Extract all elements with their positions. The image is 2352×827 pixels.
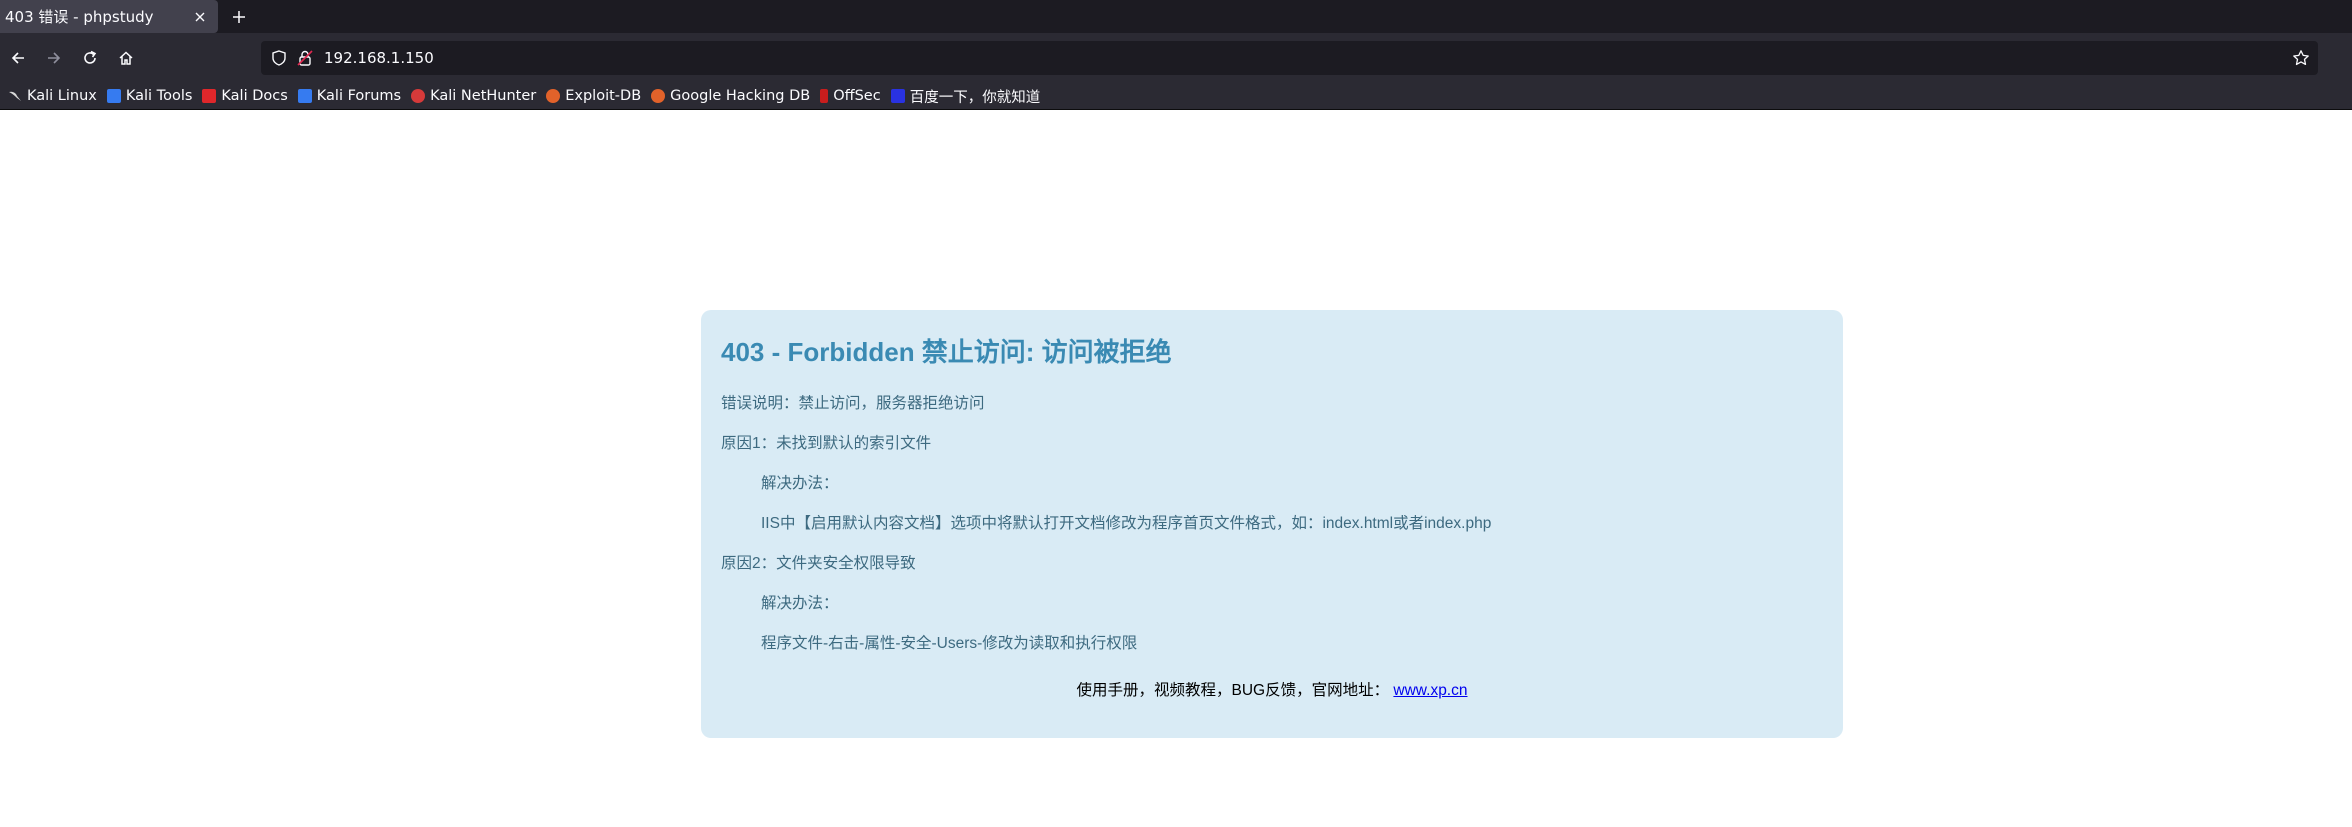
arrow-left-icon[interactable]: [2, 42, 34, 74]
plus-icon[interactable]: [226, 4, 252, 30]
bookmark-kali-forums[interactable]: Kali Forums: [295, 85, 408, 108]
bookmark-label: OffSec: [833, 88, 881, 104]
tab-title: 403 错误 - phpstudy: [5, 8, 154, 26]
bookmark-label: 百度一下，你就知道: [909, 89, 1041, 106]
bookmark-exploit-db[interactable]: Exploit-DB: [543, 85, 648, 108]
url-bar[interactable]: 192.168.1.150: [261, 41, 2318, 75]
error-description: 错误说明：禁止访问，服务器拒绝访问: [721, 395, 985, 412]
tab-strip: 403 错误 - phpstudy: [0, 0, 2352, 33]
bookmark-label: Kali Tools: [125, 88, 193, 104]
baidu-icon: [890, 89, 905, 103]
bookmark-google-hacking-db[interactable]: Google Hacking DB: [648, 85, 817, 108]
bookmark-kali-nethunter[interactable]: Kali NetHunter: [408, 85, 543, 108]
url-text[interactable]: 192.168.1.150: [324, 41, 434, 75]
bookmark-offsec[interactable]: OffSec: [817, 85, 888, 108]
bookmark-baidu[interactable]: 百度一下，你就知道: [888, 85, 1048, 108]
kali-forums-icon: [297, 89, 312, 103]
bookmark-kali-tools[interactable]: Kali Tools: [104, 85, 200, 108]
insecure-lock-icon[interactable]: [296, 49, 314, 67]
bookmark-label: Kali Linux: [27, 88, 97, 104]
reason-2: 原因2：文件夹安全权限导致: [721, 555, 916, 572]
navigation-toolbar: 192.168.1.150: [0, 33, 2352, 83]
solution-1: IIS中【启用默认内容文档】选项中将默认打开文档修改为程序首页文件格式，如：in…: [761, 515, 1492, 532]
bookmark-label: Kali NetHunter: [430, 88, 537, 104]
bookmark-label: Exploit-DB: [565, 88, 642, 104]
page-title: 403 - Forbidden 禁止访问: 访问被拒绝: [721, 337, 1172, 367]
bookmark-kali-docs[interactable]: Kali Docs: [199, 85, 294, 108]
footer-text: 使用手册，视频教程，BUG反馈，官网地址：: [1076, 682, 1390, 699]
reason-1: 原因1：未找到默认的索引文件: [721, 435, 932, 452]
reload-icon[interactable]: [74, 42, 106, 74]
footer-info: 使用手册，视频教程，BUG反馈，官网地址： www.xp.cn: [701, 678, 1843, 700]
bookmarks-toolbar: Kali Linux Kali Tools Kali Docs Kali For…: [0, 83, 2352, 110]
ghdb-icon: [651, 89, 666, 103]
solution-label-1: 解决办法：: [761, 475, 839, 492]
home-icon[interactable]: [110, 42, 142, 74]
bookmark-kali-linux[interactable]: Kali Linux: [5, 85, 104, 108]
star-icon[interactable]: [2292, 49, 2310, 67]
browser-tab[interactable]: 403 错误 - phpstudy: [0, 0, 218, 33]
bookmark-label: Google Hacking DB: [670, 88, 811, 104]
nethunter-icon: [411, 89, 426, 103]
kali-tools-icon: [106, 89, 121, 103]
solution-label-2: 解决办法：: [761, 595, 839, 612]
close-icon[interactable]: [187, 4, 213, 30]
bookmark-label: Kali Forums: [316, 88, 402, 104]
error-panel: 403 - Forbidden 禁止访问: 访问被拒绝 错误说明：禁止访问，服务…: [701, 310, 1843, 738]
official-site-link[interactable]: www.xp.cn: [1393, 682, 1467, 699]
shield-icon[interactable]: [270, 49, 288, 67]
solution-2: 程序文件-右击-属性-安全-Users-修改为读取和执行权限: [761, 635, 1138, 652]
kali-docs-icon: [202, 89, 217, 103]
arrow-right-icon[interactable]: [38, 42, 70, 74]
kali-dragon-icon: [8, 89, 22, 103]
exploitdb-icon: [546, 89, 561, 103]
offsec-icon: [820, 89, 829, 103]
bookmark-label: Kali Docs: [221, 88, 288, 104]
